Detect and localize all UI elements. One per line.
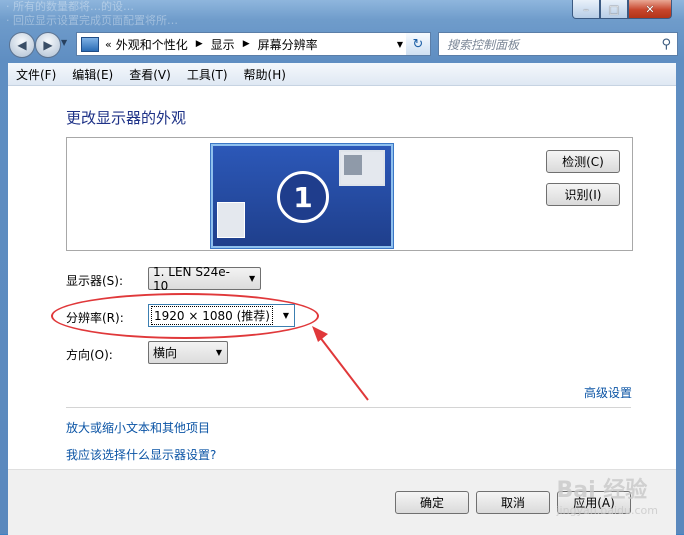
window-frame: · 所有的数量都将…的设… · 回应显示设置完成页面配置将所… – □ ✕ ◀ … [0,0,684,535]
divider [66,407,631,408]
monitor-preview: 1 检测(C) 识别(I) [66,137,633,251]
annotation-arrow [312,326,369,401]
orientation-label: 方向(O): [66,348,113,362]
chevron-down-icon: ▼ [249,274,256,283]
background-text-line: · 所有的数量都将…的设… [6,0,134,13]
chevron-down-icon: ▼ [282,311,290,320]
maximize-icon[interactable]: □ [600,0,628,19]
chevron-down-icon: ▼ [215,348,223,357]
breadcrumb-chevron-icon[interactable]: ▶ [243,39,250,49]
watermark-subtext: jingyan.baidu.com [556,504,658,517]
watermark-text: Bai 经验 [556,478,648,503]
breadcrumb-screen-resolution[interactable]: 屏幕分辨率 [258,36,318,53]
which-settings-link[interactable]: 我应该选择什么显示器设置? [66,446,216,463]
resolution-select-value: 1920 × 1080 (推荐) [151,306,273,325]
menu-view[interactable]: 查看(V) [121,66,179,83]
search-icon[interactable]: ⚲ [661,37,671,52]
orientation-select[interactable]: 横向 ▼ [148,341,228,364]
display-select[interactable]: 1. LEN S24e-10 ▼ [148,264,261,293]
refresh-icon[interactable]: ↻ [406,32,431,56]
page-title: 更改显示器的外观 [66,109,187,127]
back-arrow-icon[interactable]: ◀ [9,32,35,58]
ok-button[interactable]: 确定 [395,491,469,514]
caption-buttons: – □ ✕ [572,0,672,19]
monitor-1[interactable]: 1 [211,144,393,248]
address-bar[interactable]: « 外观和个性化 ▶ 显示 ▶ 屏幕分辨率 ▼ [76,32,408,56]
search-input[interactable]: 搜索控制面板 ⚲ [438,32,678,56]
menu-tools[interactable]: 工具(T) [179,66,236,83]
watermark: Bai 经验 jingyan.baidu.com [556,472,658,517]
breadcrumb-display[interactable]: 显示 [211,36,235,53]
search-placeholder: 搜索控制面板 [447,37,520,52]
close-icon[interactable]: ✕ [628,0,672,19]
control-panel-icon [81,36,99,52]
display-label: 显示器(S): [66,274,124,288]
monitor-number: 1 [277,171,329,223]
monitor-window-thumbnail [217,202,245,238]
resolution-select[interactable]: 1920 × 1080 (推荐) ▼ [148,304,295,327]
text-size-link[interactable]: 放大或缩小文本和其他项目 [66,419,210,436]
breadcrumb-appearance[interactable]: 外观和个性化 [116,36,188,53]
cancel-button[interactable]: 取消 [476,491,550,514]
identify-button[interactable]: 识别(I) [546,183,620,206]
resolution-label: 分辨率(R): [66,311,124,325]
display-select-value: 1. LEN S24e-10 [153,264,230,293]
navigation-bar: ◀ ▶ ▼ « 外观和个性化 ▶ 显示 ▶ 屏幕分辨率 ▼ ↻ 搜索控制面板 ⚲ [0,28,684,60]
dialog-footer: 确定 取消 应用(A) Bai 经验 jingyan.baidu.com [8,469,676,535]
advanced-settings-link[interactable]: 高级设置 [584,384,632,401]
content-area: 更改显示器的外观 1 检测(C) 识别(I) 显示器(S): 1. LEN S2… [8,86,676,535]
menu-edit[interactable]: 编辑(E) [64,66,121,83]
minimize-icon[interactable]: – [572,0,600,19]
breadcrumb-chevron-icon[interactable]: ▶ [196,39,203,49]
menu-file[interactable]: 文件(F) [8,66,64,83]
orientation-select-value: 横向 [153,346,178,360]
monitor-window-thumbnail [339,150,385,186]
background-text: · 所有的数量都将…的设… · 回应显示设置完成页面配置将所… [6,0,178,28]
background-text-line: · 回应显示设置完成页面配置将所… [6,14,178,27]
detect-button[interactable]: 检测(C) [546,150,620,173]
address-dropdown-icon[interactable]: ▼ [397,40,403,49]
forward-arrow-icon[interactable]: ▶ [35,32,61,58]
address-overflow[interactable]: « [105,38,112,51]
menu-help[interactable]: 帮助(H) [236,66,294,83]
menu-bar: 文件(F) 编辑(E) 查看(V) 工具(T) 帮助(H) [8,63,676,86]
recent-pages-chevron-icon[interactable]: ▼ [61,38,67,47]
